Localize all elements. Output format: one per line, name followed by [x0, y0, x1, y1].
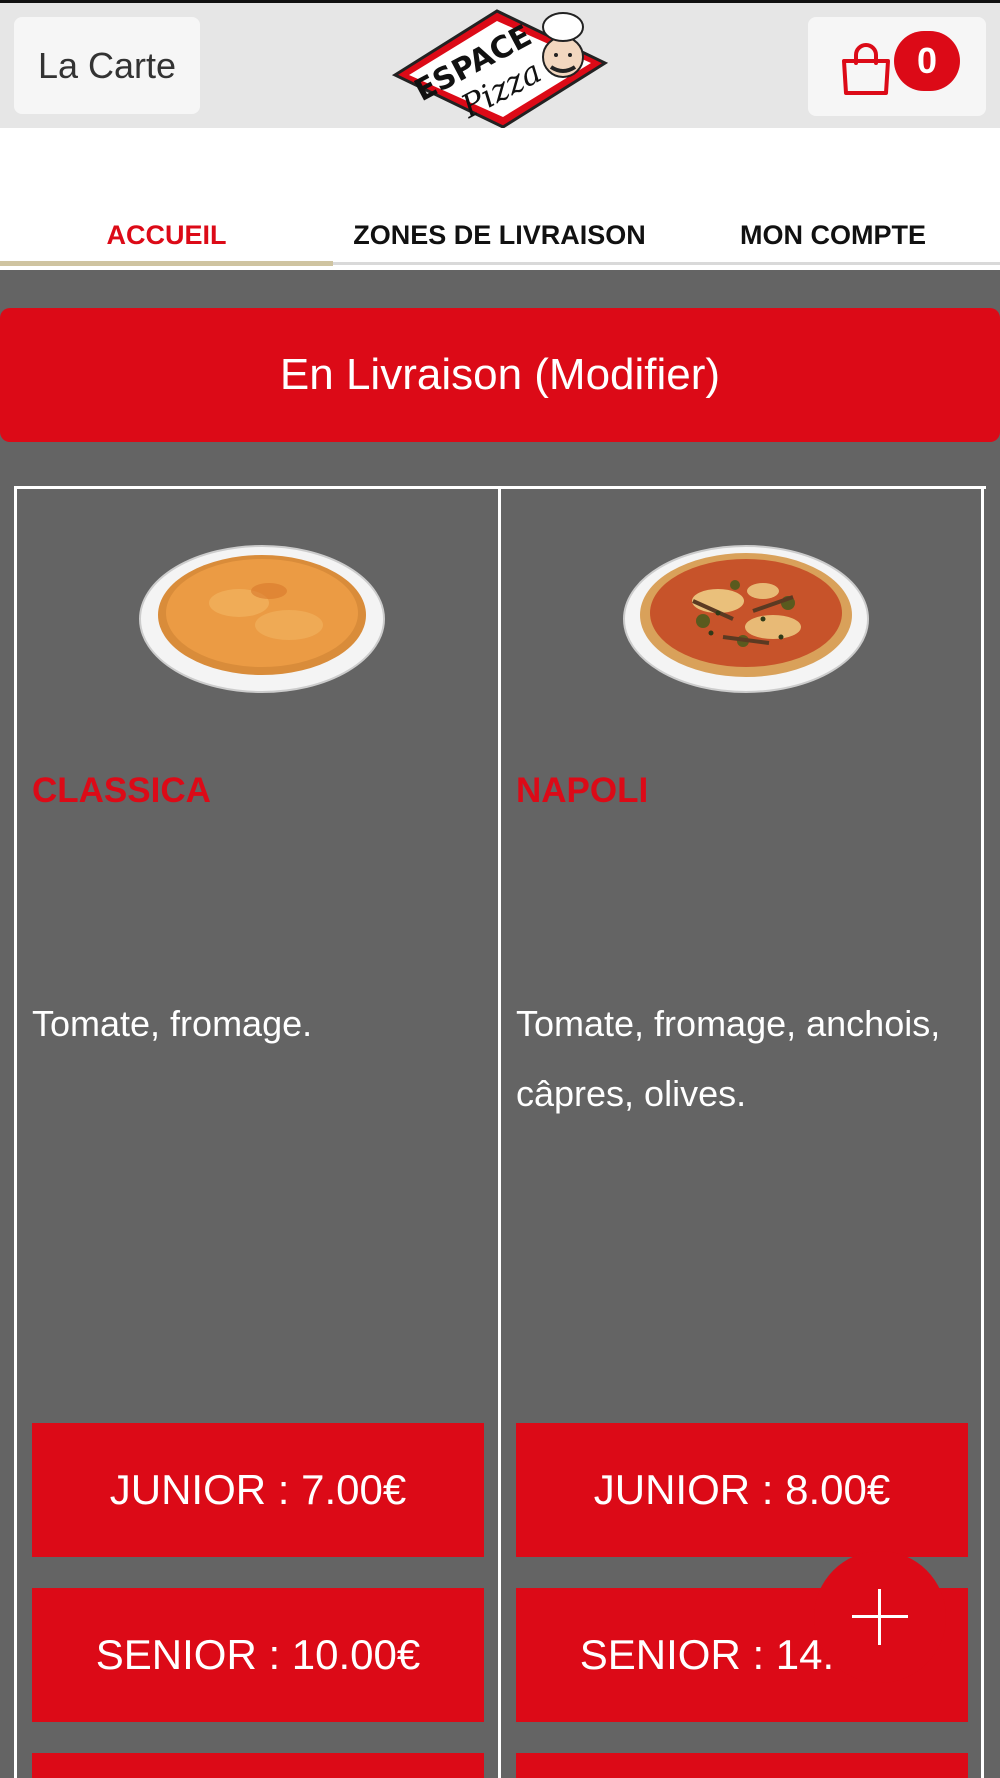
espace-pizza-logo[interactable]: ESPACE Pizza	[385, 5, 615, 129]
product-name: CLASSICA	[32, 771, 211, 810]
app-header: La Carte ESPACE Pizza 0	[0, 0, 1000, 129]
add-senior-button[interactable]: SENIOR : 10.00€	[32, 1588, 484, 1722]
delivery-mode-button[interactable]: En Livraison (Modifier)	[0, 308, 1000, 442]
floating-add-button[interactable]	[814, 1551, 946, 1683]
product-description: Tomate, fromage, anchois, câpres, olives…	[516, 1003, 941, 1114]
product-card-classica: CLASSICA Tomate, fromage. JUNIOR : 7.00€…	[14, 489, 500, 1778]
la-carte-button[interactable]: La Carte	[14, 17, 200, 114]
plus-icon-vertical	[878, 1589, 881, 1645]
pizza-napoli-image	[623, 545, 869, 693]
main-nav: ACCUEIL ZONES DE LIVRAISON MON COMPTE	[0, 128, 1000, 270]
add-junior-button[interactable]: JUNIOR : 7.00€	[32, 1423, 484, 1557]
pizza-classica-image	[139, 545, 385, 693]
price-button-partial[interactable]	[516, 1753, 968, 1778]
cart-button[interactable]: 0	[808, 17, 986, 116]
product-name: NAPOLI	[516, 771, 649, 810]
add-junior-button[interactable]: JUNIOR : 8.00€	[516, 1423, 968, 1557]
product-description: Tomate, fromage.	[32, 1003, 313, 1044]
price-button-partial[interactable]	[32, 1753, 484, 1778]
active-tab-indicator	[0, 261, 333, 266]
shopping-bag-icon	[842, 43, 890, 95]
cart-count-badge: 0	[894, 31, 960, 91]
